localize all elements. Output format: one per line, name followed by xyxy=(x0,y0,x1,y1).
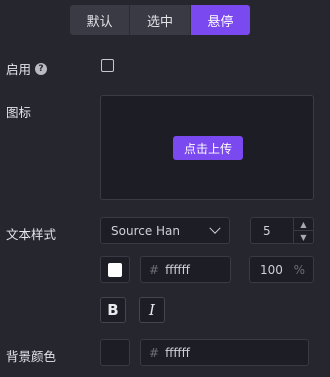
text-style-label: 文本样式 xyxy=(6,227,57,242)
font-family-select[interactable]: Source Han xyxy=(100,217,230,244)
hash-prefix: # xyxy=(149,345,160,360)
enable-row-label: 启用 ? xyxy=(6,59,48,78)
help-icon[interactable]: ? xyxy=(35,62,48,75)
background-color-hex-input[interactable]: # ffffff xyxy=(140,339,309,366)
italic-button[interactable]: I xyxy=(139,297,165,323)
font-family-value: Source Han xyxy=(111,223,181,238)
enable-label: 启用 xyxy=(6,62,32,77)
background-color-label: 背景颜色 xyxy=(6,349,57,364)
increment-icon[interactable]: ▲ xyxy=(294,218,313,230)
text-color-hex-input[interactable]: # ffffff xyxy=(140,256,231,283)
tab-default[interactable]: 默认 xyxy=(70,5,129,35)
text-color-hex-value: ffffff xyxy=(165,262,190,277)
icon-upload-area[interactable]: 点击上传 xyxy=(100,95,314,200)
percent-unit: % xyxy=(293,262,305,277)
chevron-down-icon xyxy=(209,222,221,234)
upload-button[interactable]: 点击上传 xyxy=(173,136,243,160)
tab-selected[interactable]: 选中 xyxy=(129,5,189,35)
state-tabs: 默认 选中 悬停 xyxy=(70,5,250,35)
font-size-value: 5 xyxy=(263,223,271,238)
opacity-input[interactable]: 100 % xyxy=(249,256,314,283)
enable-checkbox[interactable] xyxy=(101,59,114,72)
text-color-swatch xyxy=(108,262,122,277)
decrement-icon[interactable]: ▼ xyxy=(294,230,313,243)
icon-label: 图标 xyxy=(6,105,32,120)
background-color-hex-value: ffffff xyxy=(165,345,190,360)
font-size-input[interactable]: 5 ▲ ▼ xyxy=(250,217,314,244)
text-color-swatch-button[interactable] xyxy=(100,256,130,283)
background-color-swatch[interactable] xyxy=(100,339,130,366)
bold-button[interactable]: B xyxy=(100,297,126,323)
tab-hover[interactable]: 悬停 xyxy=(189,5,250,35)
hash-prefix: # xyxy=(149,262,160,277)
font-size-stepper: ▲ ▼ xyxy=(293,218,313,243)
opacity-value: 100 xyxy=(260,262,283,277)
